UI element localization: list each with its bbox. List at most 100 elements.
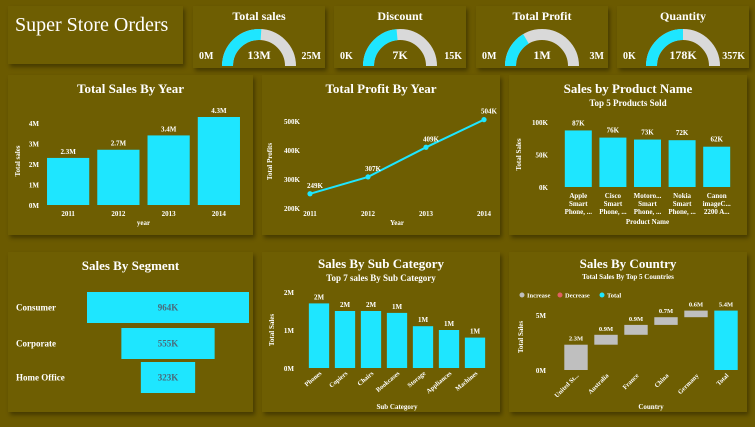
legend-marker bbox=[519, 292, 525, 298]
data-point bbox=[423, 144, 429, 150]
legend-marker bbox=[599, 292, 605, 298]
bar bbox=[564, 130, 592, 187]
x-tick-label: Machines bbox=[454, 370, 479, 393]
category-label: Corporate bbox=[16, 339, 56, 349]
data-label: 2.7M bbox=[111, 140, 127, 148]
sales-by-country-card[interactable]: Sales By Country Total Sales By Top 5 Co… bbox=[509, 252, 747, 412]
data-label: 5.4M bbox=[719, 302, 733, 309]
x-tick-label: Total bbox=[715, 372, 730, 387]
y-axis-title: Total Sales bbox=[515, 138, 523, 170]
x-tick-label: 2014 bbox=[212, 210, 227, 218]
data-label: 1M bbox=[470, 328, 481, 336]
data-label: 73K bbox=[641, 129, 654, 137]
x-tick-label: Apple bbox=[569, 192, 587, 200]
header-card: Super Store Orders bbox=[8, 6, 183, 64]
x-tick-label: Copiers bbox=[328, 370, 349, 390]
legend-label: Decrease bbox=[565, 293, 590, 300]
bar bbox=[599, 137, 627, 187]
y-axis-title: Total Profits bbox=[266, 143, 274, 180]
sales-by-subcategory-card[interactable]: Sales By Sub Category Top 7 sales By Sub… bbox=[262, 252, 500, 412]
data-label: 504K bbox=[481, 108, 498, 116]
y-axis-title: Total sales bbox=[14, 145, 22, 176]
page-title: Super Store Orders bbox=[15, 14, 169, 36]
x-tick-label: United St... bbox=[553, 372, 580, 399]
legend-label: Total bbox=[607, 293, 621, 300]
x-tick-label: Smart bbox=[673, 200, 692, 208]
bar bbox=[714, 310, 738, 370]
data-label: 4.3M bbox=[211, 107, 227, 115]
sales-by-product-card[interactable]: Sales by Product Name Top 5 Products Sol… bbox=[509, 75, 747, 235]
data-label: 2M bbox=[366, 301, 377, 309]
sales-by-year-chart: 0M 1M 2M 3M 4M 2.3M 2011 2.7M 2012 3.4M 2013 4.3M 20… bbox=[14, 107, 240, 227]
data-label: 0.7M bbox=[659, 308, 673, 315]
bar bbox=[97, 149, 140, 205]
sales-by-product-chart: 0K50K100K 87KAppleSmartPhone, ...76KCisco… bbox=[515, 119, 731, 226]
profit-by-year-card[interactable]: Total Profit By Year 200K 300K 400K 500K 249… bbox=[262, 75, 500, 235]
data-label: 1M bbox=[392, 303, 403, 311]
data-label: 72K bbox=[676, 129, 689, 137]
y-tick-label: 100K bbox=[532, 119, 549, 127]
y-tick-label: 0M bbox=[29, 202, 40, 210]
data-label: 249K bbox=[307, 182, 324, 190]
bar bbox=[594, 334, 618, 345]
category-label: Consumer bbox=[16, 303, 56, 313]
bar bbox=[438, 330, 460, 368]
profit-by-year-chart: 200K 300K 400K 500K 249K 2011 307K 2012 409K 2013… bbox=[266, 108, 498, 227]
bar bbox=[412, 326, 434, 368]
kpi-value: 178K bbox=[669, 48, 697, 62]
y-tick-label: 3M bbox=[29, 141, 40, 149]
x-tick-label: 2012 bbox=[111, 210, 126, 218]
data-label: 409K bbox=[423, 135, 440, 143]
y-tick-label: 0K bbox=[539, 184, 549, 192]
bar bbox=[386, 312, 408, 368]
sales-by-subcategory-chart: 0M 1M 2M 2M Phones 2M Copiers 2M Chairs 1M Bookcas… bbox=[268, 289, 486, 411]
x-tick-label: Phone, ... bbox=[599, 208, 627, 216]
x-tick-label: 2200 A... bbox=[704, 208, 730, 216]
bar bbox=[654, 317, 678, 325]
x-tick-label: France bbox=[622, 372, 641, 391]
kpi-card[interactable]: Total sales 0M 25M 13M bbox=[193, 6, 325, 68]
bar bbox=[564, 344, 588, 370]
kpi-card[interactable]: Total Profit 0M 3M 1M bbox=[476, 6, 608, 68]
x-tick-label: Nokia bbox=[673, 192, 691, 200]
y-axis-title: Total Sales bbox=[268, 314, 276, 346]
data-label: 2.3M bbox=[60, 148, 76, 156]
data-label: 0.9M bbox=[599, 326, 613, 333]
x-tick-label: 2012 bbox=[361, 210, 376, 218]
x-tick-label: Chairs bbox=[356, 370, 375, 388]
data-label: 0.9M bbox=[629, 316, 643, 323]
series-line bbox=[309, 118, 485, 195]
bar bbox=[668, 140, 696, 187]
y-tick-label: 400K bbox=[284, 147, 301, 155]
x-tick-label: Smart bbox=[604, 200, 623, 208]
bar bbox=[684, 310, 708, 318]
legend-marker bbox=[557, 292, 563, 298]
kpi-card[interactable]: Discount 0K 15K 7K bbox=[334, 6, 466, 68]
sales-by-country-chart: Increase Decrease Total 0M 5M 2.3M United St..… bbox=[517, 292, 738, 411]
y-axis-title: Total Sales bbox=[517, 321, 525, 353]
legend-label: Increase bbox=[527, 293, 550, 300]
y-tick-label: 0M bbox=[284, 365, 295, 373]
data-label: 555K bbox=[158, 339, 179, 349]
x-tick-label: 2014 bbox=[477, 210, 492, 218]
y-tick-label: 1M bbox=[284, 327, 295, 335]
data-point bbox=[481, 117, 487, 123]
data-label: 3.4M bbox=[161, 125, 177, 133]
x-tick-label: China bbox=[653, 372, 670, 389]
bar bbox=[308, 303, 330, 368]
x-axis-title: Year bbox=[390, 219, 404, 227]
bar bbox=[634, 139, 661, 187]
kpi-card[interactable]: Quantity 0K 357K 178K bbox=[617, 6, 749, 68]
sales-by-segment-card[interactable]: Sales By Segment 964K Consumer 555K Corpora… bbox=[8, 252, 253, 412]
y-tick-label: 2M bbox=[284, 289, 295, 297]
data-label: 964K bbox=[158, 303, 179, 313]
x-tick-label: Bookcases bbox=[375, 370, 402, 394]
x-axis-title: Country bbox=[638, 403, 664, 411]
x-tick-label: Australia bbox=[587, 372, 611, 396]
data-label: 2.3M bbox=[569, 336, 583, 343]
bar bbox=[624, 324, 648, 335]
x-tick-label: Appliances bbox=[425, 370, 453, 395]
y-tick-label: 0M bbox=[536, 367, 547, 375]
sales-by-year-card[interactable]: Total Sales By Year 0M 1M 2M 3M 4M 2.3M 2011 2.… bbox=[8, 75, 253, 235]
x-tick-label: Germany bbox=[677, 372, 701, 396]
